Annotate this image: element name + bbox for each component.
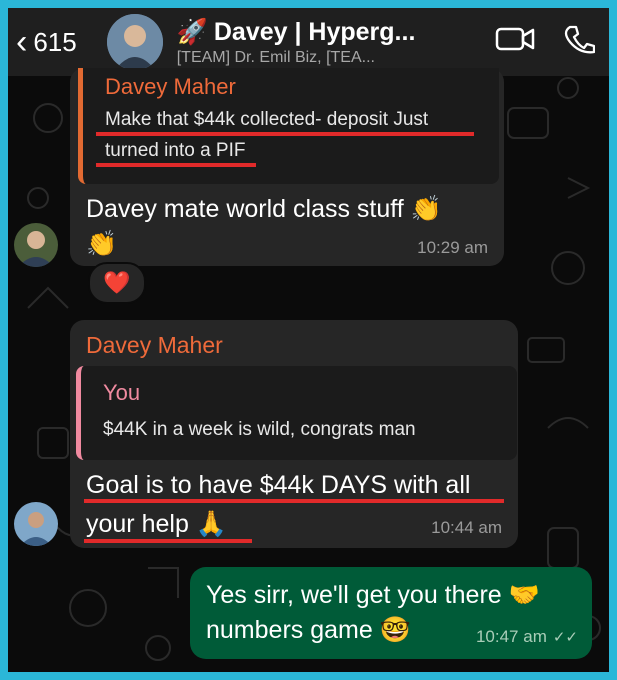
message-time: 10:29 am xyxy=(417,238,488,257)
avatar-photo xyxy=(14,223,58,267)
message-bubble-outgoing[interactable]: Yes sirr, we'll get you there 🤝 numbers … xyxy=(190,567,592,659)
annotation-underline xyxy=(84,499,504,503)
annotation-underline xyxy=(96,132,474,136)
message-text-line: 👏 xyxy=(86,230,118,258)
quoted-message[interactable]: You $44K in a week is wild, congrats man xyxy=(76,366,517,460)
rocket-icon: 🚀 xyxy=(176,17,208,46)
message-bubble-incoming[interactable]: Davey Maher Make that $44k collected- de… xyxy=(70,68,504,266)
sender-avatar[interactable] xyxy=(14,223,58,267)
chat-subtitle: [TEAM] Dr. Emil Biz, [TEA... xyxy=(176,48,375,66)
message-text-line: numbers game 🤓 xyxy=(206,616,411,644)
group-avatar[interactable] xyxy=(106,14,163,70)
quoted-text-line: Make that $44k collected- deposit Just xyxy=(105,109,429,130)
quoted-text-line: $44K in a week is wild, congrats man xyxy=(103,419,416,440)
message-text-line: Goal is to have $44k DAYS with all xyxy=(86,471,471,499)
avatar-photo xyxy=(14,502,58,546)
back-button[interactable]: ‹ 615 xyxy=(16,25,77,59)
quoted-text-line: turned into a PIF xyxy=(105,140,246,161)
sender-avatar[interactable] xyxy=(14,502,58,546)
chevron-left-icon: ‹ xyxy=(16,23,28,61)
chat-header: ‹ 615 🚀 Davey | Hyperg... [TEAM] Dr. Emil… xyxy=(8,8,609,76)
annotation-underline xyxy=(96,163,256,167)
message-text-line: Yes sirr, we'll get you there 🤝 xyxy=(206,581,540,609)
message-time: 10:44 am xyxy=(431,518,502,537)
chat-title-block[interactable]: 🚀 Davey | Hyperg... [TEAM] Dr. Emil Biz, … xyxy=(177,18,437,67)
phone-call-icon[interactable] xyxy=(563,24,595,56)
video-call-icon[interactable] xyxy=(495,24,535,54)
chat-screen: ‹ 615 🚀 Davey | Hyperg... [TEAM] Dr. Emil… xyxy=(8,8,609,672)
annotation-underline xyxy=(84,539,252,543)
heart-icon: ❤️ xyxy=(103,270,131,295)
read-receipt-icon: ✓✓ xyxy=(552,629,578,646)
chat-title: Davey | Hyperg... xyxy=(213,17,416,46)
unread-count: 615 xyxy=(33,26,77,57)
message-text-line: Davey mate world class stuff 👏 xyxy=(86,195,442,223)
avatar-photo xyxy=(106,14,163,70)
quoted-sender: You xyxy=(103,380,141,405)
quoted-sender: Davey Maher xyxy=(105,74,236,99)
message-bubble-incoming[interactable]: Davey Maher You $44K in a week is wild, … xyxy=(70,320,518,548)
reaction-badge[interactable]: ❤️ xyxy=(88,262,146,304)
message-text-line: your help 🙏 xyxy=(86,510,227,538)
message-sender: Davey Maher xyxy=(86,332,223,358)
message-time: 10:47 am xyxy=(475,627,547,646)
